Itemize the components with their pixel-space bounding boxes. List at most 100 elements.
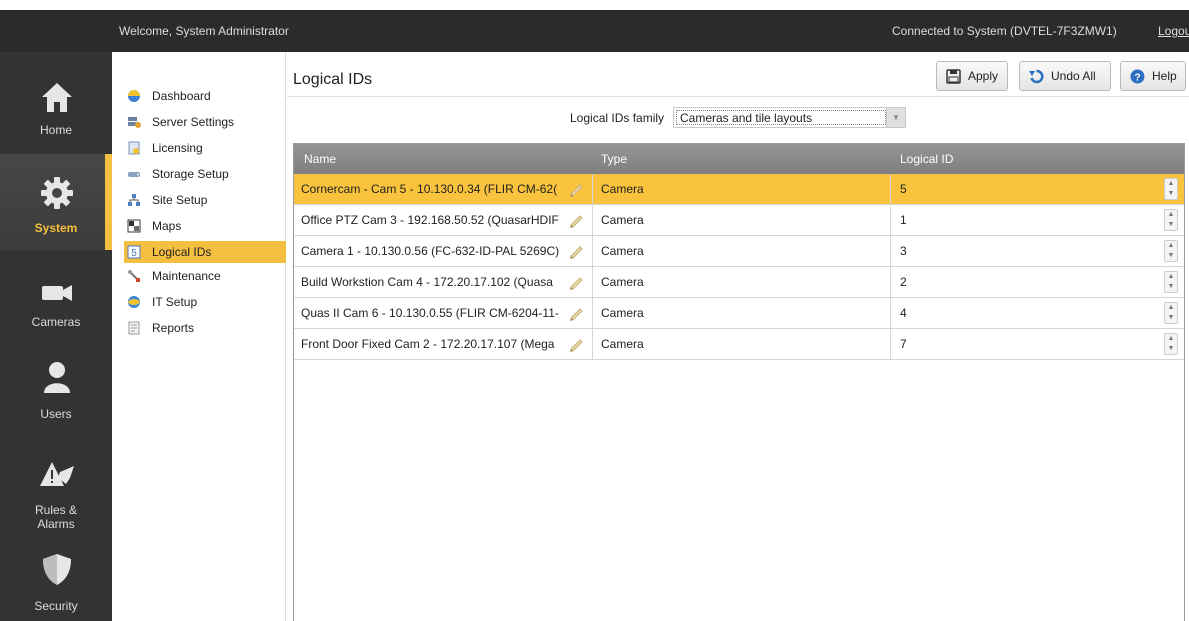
table-row[interactable]: Office PTZ Cam 3 - 192.168.50.52 (Quasar… [294,205,1184,236]
nav-dashboard[interactable]: Dashboard [124,85,286,107]
logout-link[interactable]: Logout [1158,24,1189,38]
col-separator [592,236,593,266]
rail-users[interactable]: Users [0,350,112,446]
edit-pencil-icon[interactable] [568,336,584,352]
row-logical-id[interactable]: 4 [900,306,907,320]
nav-logical-ids[interactable]: 5 Logical IDs [124,241,286,263]
row-logical-id[interactable]: 3 [900,244,907,258]
undo-all-button[interactable]: Undo All [1019,61,1111,91]
nav-maps-label: Maps [152,219,182,233]
page-title: Logical IDs [293,71,373,88]
col-separator [890,298,891,328]
row-type: Camera [601,275,644,289]
camera-icon [42,285,72,301]
rail-home-label: Home [39,123,72,137]
main-content: Logical IDs Apply Undo All ? Help Logica… [287,52,1189,621]
col-separator [890,329,891,359]
row-name: Camera 1 - 10.130.0.56 (FC-632-ID-PAL 52… [301,244,560,258]
nav-it-setup[interactable]: IT Setup [124,291,286,313]
logical-ids-table: Name Type Logical ID Cornercam - Cam 5 -… [293,143,1185,621]
row-type: Camera [601,337,644,351]
map-icon [127,219,141,233]
logical-id-spinner[interactable]: ▲ ▼ [1164,178,1178,200]
nav-server-settings[interactable]: Server Settings [124,111,286,133]
table-row[interactable]: Camera 1 - 10.130.0.56 (FC-632-ID-PAL 52… [294,236,1184,267]
apply-button[interactable]: Apply [936,61,1008,91]
family-select[interactable]: Cameras and tile layouts ▼ [673,107,906,128]
nav-licensing[interactable]: Licensing [124,137,286,159]
row-type: Camera [601,213,644,227]
row-name: Cornercam - Cam 5 - 10.130.0.34 (FLIR CM… [301,182,558,196]
server-icon [128,117,141,128]
home-icon [42,83,72,112]
help-button-label: Help [1152,69,1177,83]
logical-id-spinner[interactable]: ▲ ▼ [1164,240,1178,262]
main-rail: Home System Cameras Users Rules & Alarms… [0,52,112,621]
help-button[interactable]: ? Help [1120,61,1186,91]
rail-rules-alarms[interactable]: Rules & Alarms [0,448,112,544]
col-separator [592,174,593,204]
rail-system[interactable]: System [0,154,112,250]
help-icon: ? [1130,69,1145,84]
logical-id-spinner[interactable]: ▲ ▼ [1164,333,1178,355]
nav-dashboard-label: Dashboard [152,89,211,103]
row-logical-id[interactable]: 1 [900,213,907,227]
logical-id-spinner[interactable]: ▲ ▼ [1164,271,1178,293]
logical-id-spinner[interactable]: ▲ ▼ [1164,209,1178,231]
system-nav: Dashboard Server Settings Licensing Stor… [112,52,286,621]
nav-site-setup[interactable]: Site Setup [124,189,286,211]
table-header: Name Type Logical ID [294,144,1184,174]
edit-pencil-icon[interactable] [568,212,584,228]
family-label: Logical IDs family [570,111,665,125]
nav-logical-ids-label: Logical IDs [152,245,212,259]
rail-home[interactable]: Home [0,52,112,148]
rail-users-label: Users [40,407,72,421]
edit-pencil-icon[interactable] [568,274,584,290]
table-row[interactable]: Front Door Fixed Cam 2 - 172.20.17.107 (… [294,329,1184,360]
edit-pencil-icon[interactable] [568,243,584,259]
top-bar: Welcome, System Administrator Connected … [0,10,1189,52]
rail-cameras-label: Cameras [31,315,81,329]
nav-storage-setup[interactable]: Storage Setup [124,163,286,185]
col-separator [890,205,891,235]
col-type[interactable]: Type [601,152,627,166]
row-logical-id[interactable]: 5 [900,182,907,196]
table-row[interactable]: Quas II Cam 6 - 10.130.0.55 (FLIR CM-620… [294,298,1184,329]
row-name: Quas II Cam 6 - 10.130.0.55 (FLIR CM-620… [301,306,559,320]
edit-pencil-icon[interactable] [568,181,584,197]
svg-text:5: 5 [131,248,137,259]
site-icon [128,194,140,206]
table-row[interactable]: Cornercam - Cam 5 - 10.130.0.34 (FLIR CM… [294,174,1184,205]
row-logical-id[interactable]: 7 [900,337,907,351]
rail-alarms-label: Alarms [37,517,75,531]
logical-id-spinner[interactable]: ▲ ▼ [1164,302,1178,324]
dashboard-icon [128,90,140,102]
col-separator [592,329,593,359]
nav-maps[interactable]: Maps [124,215,286,237]
undo-all-button-label: Undo All [1051,69,1096,83]
rail-security[interactable]: Security [0,546,112,621]
nav-maintenance[interactable]: Maintenance [124,265,286,287]
chevron-down-icon[interactable]: ▼ [886,108,905,127]
connection-status: Connected to System (DVTEL-7F3ZMW1) [892,24,1117,38]
save-icon [946,69,961,84]
col-logical-id[interactable]: Logical ID [900,152,953,166]
nav-site-setup-label: Site Setup [152,193,208,207]
col-separator [592,298,593,328]
nav-storage-setup-label: Storage Setup [152,167,229,181]
edit-pencil-icon[interactable] [568,305,584,321]
nav-reports[interactable]: Reports [124,317,286,339]
row-type: Camera [601,306,644,320]
col-name[interactable]: Name [304,152,336,166]
row-logical-id[interactable]: 2 [900,275,907,289]
it-icon [128,296,140,308]
table-row[interactable]: Build Workstion Cam 4 - 172.20.17.102 (Q… [294,267,1184,298]
nav-server-settings-label: Server Settings [152,115,235,129]
rail-cameras[interactable]: Cameras [0,252,112,348]
svg-text:?: ? [1134,73,1140,84]
alarm-icon [40,462,74,486]
row-name: Build Workstion Cam 4 - 172.20.17.102 (Q… [301,275,553,289]
row-type: Camera [601,182,644,196]
col-separator [890,236,891,266]
row-name: Front Door Fixed Cam 2 - 172.20.17.107 (… [301,337,555,351]
